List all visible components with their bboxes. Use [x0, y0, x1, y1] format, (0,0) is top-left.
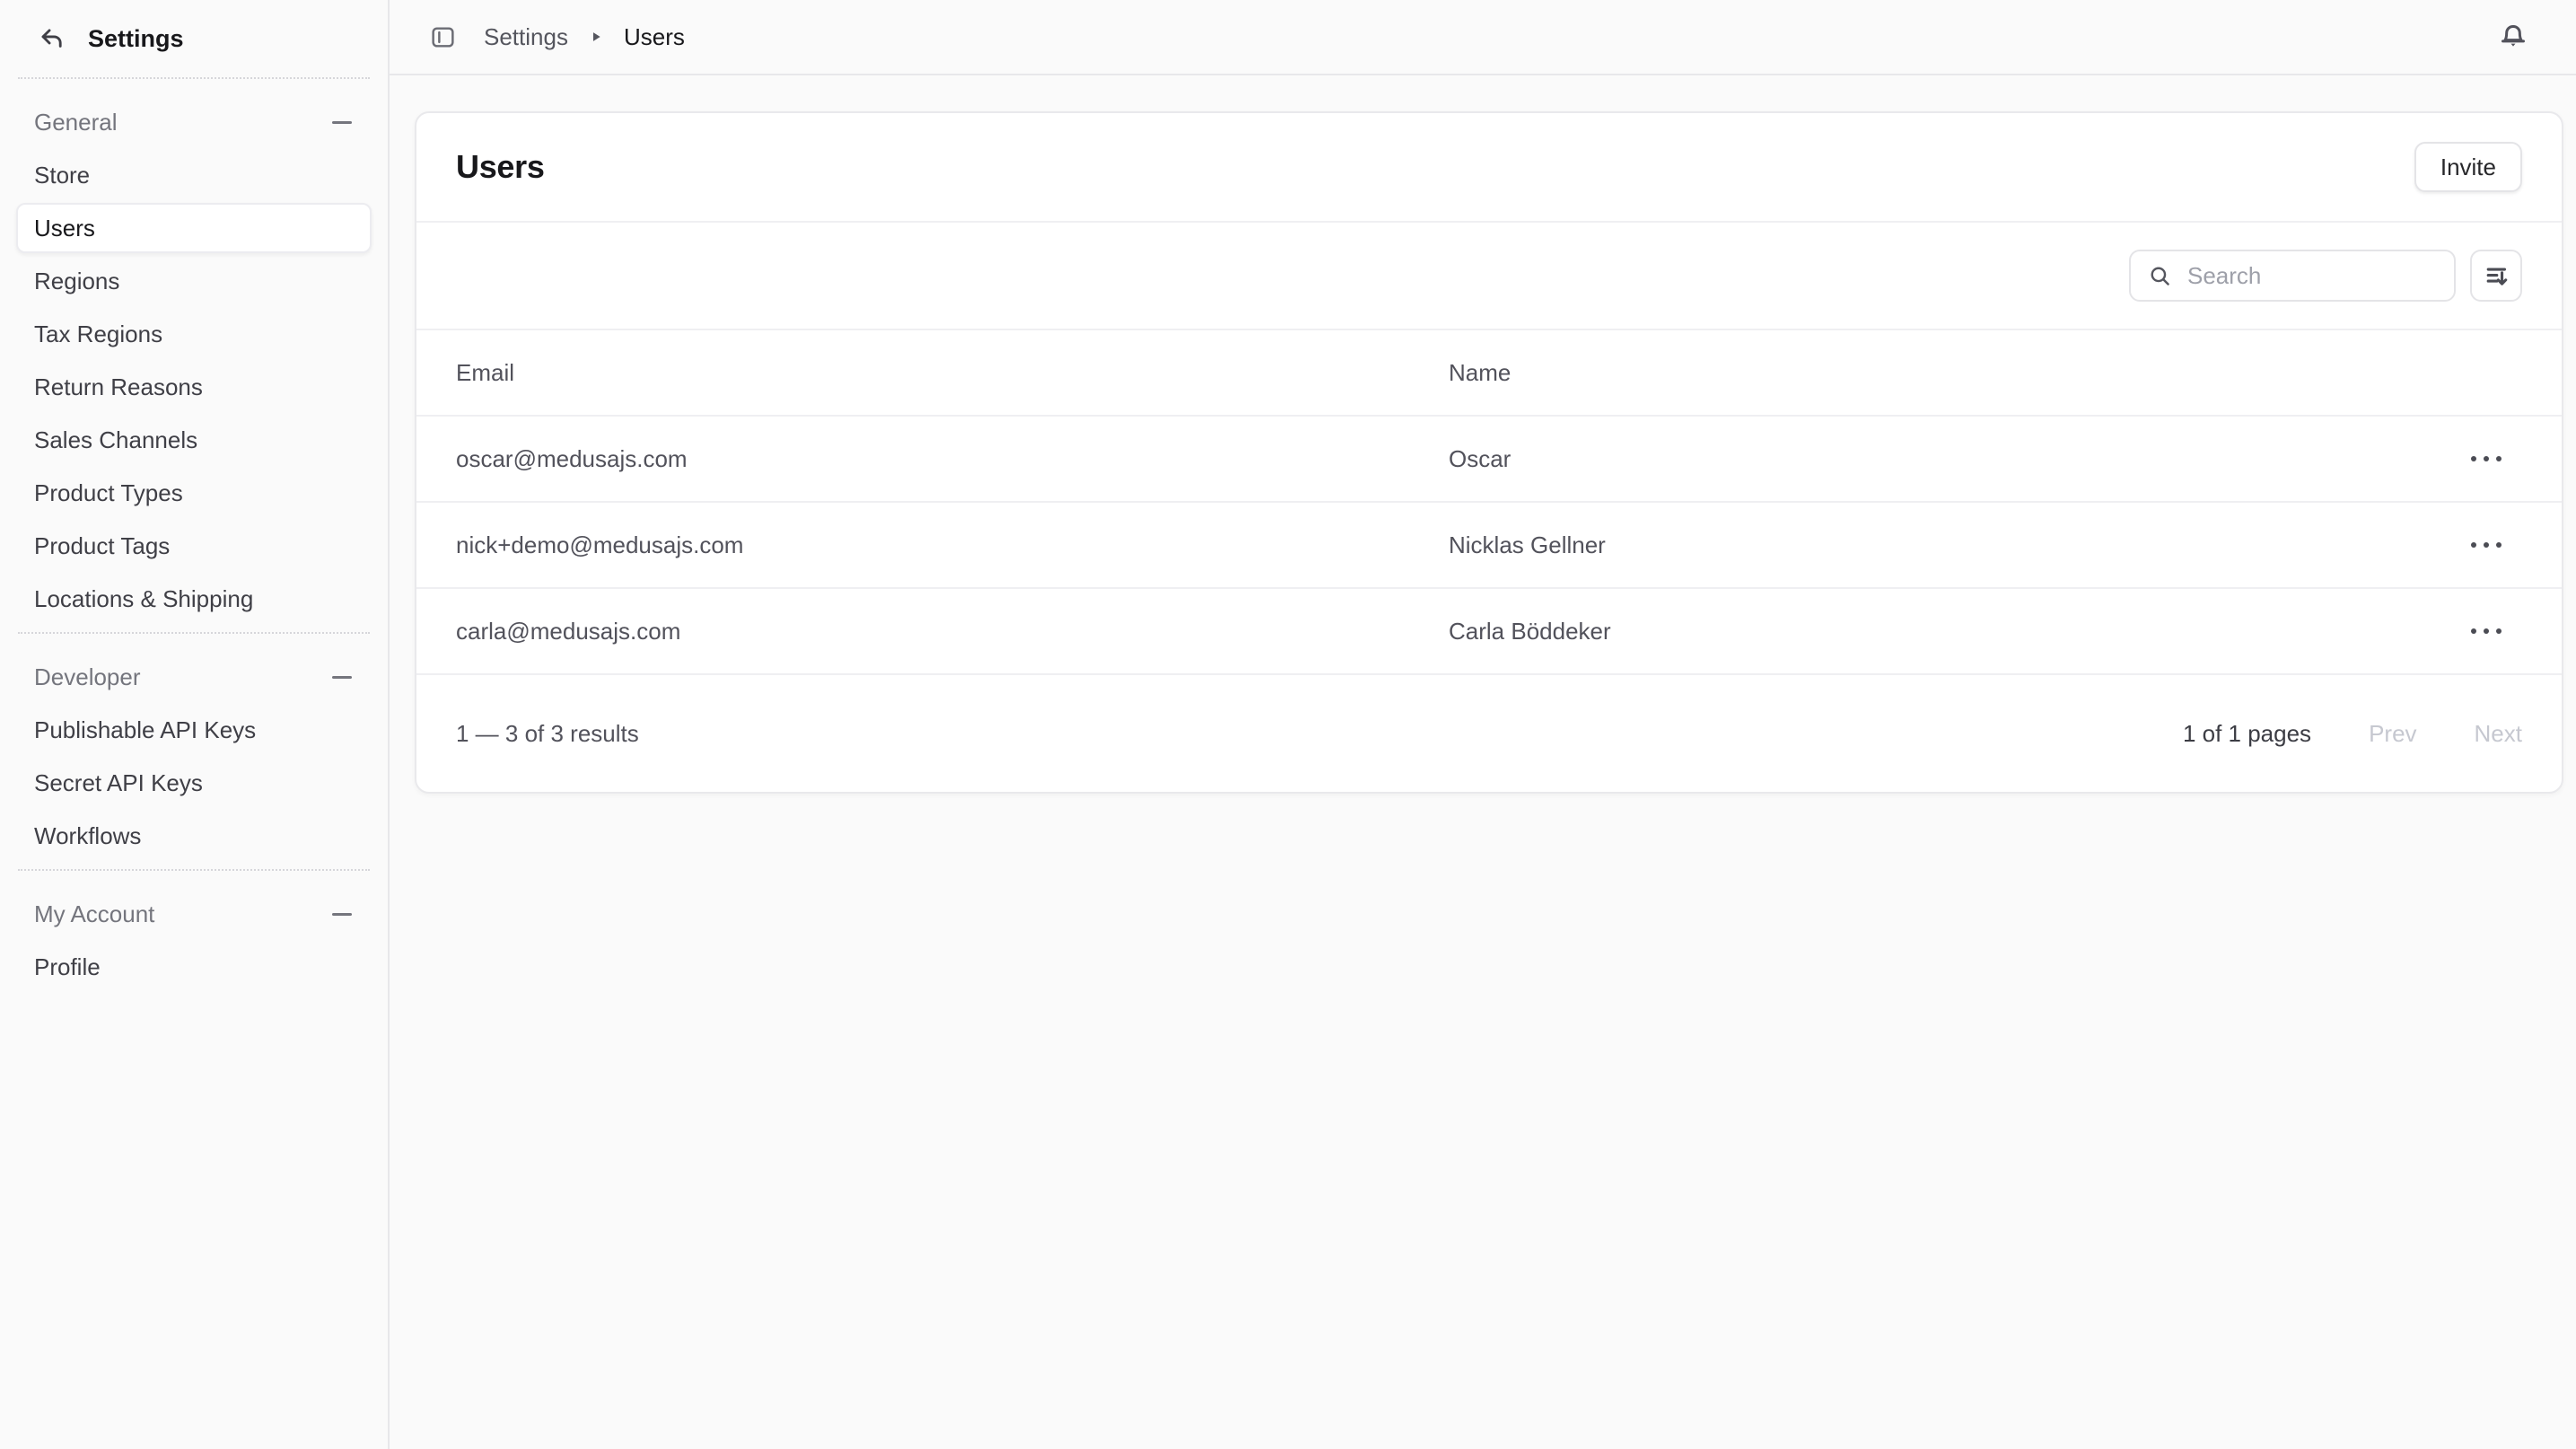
search-icon	[2148, 264, 2172, 288]
search-input[interactable]	[2186, 261, 2437, 291]
sidebar-item-store[interactable]: Store	[16, 150, 372, 200]
collapse-icon[interactable]	[332, 676, 352, 679]
page-title: Users	[456, 148, 545, 186]
breadcrumb-users: Users	[624, 23, 685, 51]
app-root: Settings General Store Users Regions Tax…	[0, 0, 2576, 1449]
sidebar-item-locations-shipping[interactable]: Locations & Shipping	[16, 574, 372, 624]
notifications-button[interactable]	[2495, 19, 2531, 55]
page-content: Users Invite	[390, 75, 2576, 1449]
sort-button[interactable]	[2470, 250, 2522, 302]
prev-page-button[interactable]: Prev	[2369, 720, 2416, 748]
sort-descending-icon	[2483, 262, 2510, 290]
triangle-right-icon	[590, 31, 602, 43]
table-toolbar	[416, 223, 2562, 330]
breadcrumb-settings[interactable]: Settings	[484, 23, 568, 51]
invite-button[interactable]: Invite	[2414, 142, 2522, 192]
row-actions-button[interactable]	[2462, 619, 2510, 643]
sidebar-item-publishable-api-keys[interactable]: Publishable API Keys	[16, 705, 372, 755]
sidebar-item-users[interactable]: Users	[16, 203, 372, 253]
collapse-icon[interactable]	[332, 121, 352, 124]
ellipsis-icon	[2471, 542, 2476, 548]
settings-sidebar: Settings General Store Users Regions Tax…	[0, 0, 390, 1449]
sidebar-nav-account: My Account Profile	[0, 871, 388, 1000]
ellipsis-icon	[2471, 456, 2476, 461]
user-name: Carla Böddeker	[1449, 618, 2450, 645]
user-email: carla@medusajs.com	[456, 618, 1449, 645]
section-developer: Developer	[16, 652, 372, 702]
breadcrumb: Settings Users	[484, 23, 685, 51]
topbar-right	[2495, 19, 2531, 55]
sidebar-item-workflows[interactable]: Workflows	[16, 811, 372, 861]
sidebar-nav: General Store Users Regions Tax Regions …	[0, 79, 388, 632]
ellipsis-icon	[2471, 628, 2476, 634]
sidebar-title: Settings	[88, 25, 184, 53]
column-header-name: Name	[1449, 359, 2450, 387]
user-name: Oscar	[1449, 445, 2450, 473]
users-card: Users Invite	[415, 111, 2563, 794]
table-row[interactable]: carla@medusajs.com Carla Böddeker	[416, 589, 2562, 675]
sidebar-item-tax-regions[interactable]: Tax Regions	[16, 309, 372, 359]
user-email: oscar@medusajs.com	[456, 445, 1449, 473]
row-actions-button[interactable]	[2462, 533, 2510, 557]
sidebar-item-product-types[interactable]: Product Types	[16, 468, 372, 518]
next-page-button[interactable]: Next	[2475, 720, 2522, 748]
card-header: Users Invite	[416, 113, 2562, 223]
sidebar-item-regions[interactable]: Regions	[16, 256, 372, 306]
topbar: Settings Users	[390, 0, 2576, 75]
table-header-row: Email Name	[416, 330, 2562, 417]
user-name: Nicklas Gellner	[1449, 531, 2450, 559]
table-footer: 1 — 3 of 3 results 1 of 1 pages Prev Nex…	[416, 675, 2562, 792]
sidebar-back-header[interactable]: Settings	[0, 0, 388, 77]
search-box[interactable]	[2129, 250, 2456, 302]
page-indicator: 1 of 1 pages	[2183, 720, 2311, 748]
sidebar-item-return-reasons[interactable]: Return Reasons	[16, 362, 372, 412]
collapse-icon[interactable]	[332, 913, 352, 916]
back-arrow-icon[interactable]	[38, 25, 65, 52]
pagination: 1 of 1 pages Prev Next	[2183, 720, 2522, 748]
sidebar-nav-developer: Developer Publishable API Keys Secret AP…	[0, 634, 388, 869]
results-count: 1 — 3 of 3 results	[456, 720, 639, 748]
section-general: General	[16, 97, 372, 147]
panel-left-icon	[429, 23, 457, 51]
sidebar-item-product-tags[interactable]: Product Tags	[16, 521, 372, 571]
table-row[interactable]: oscar@medusajs.com Oscar	[416, 417, 2562, 503]
sidebar-item-profile[interactable]: Profile	[16, 942, 372, 992]
sidebar-toggle-button[interactable]	[429, 23, 457, 51]
sidebar-item-secret-api-keys[interactable]: Secret API Keys	[16, 758, 372, 808]
column-header-email: Email	[456, 359, 1449, 387]
bell-icon	[2495, 19, 2531, 55]
main-area: Settings Users	[390, 0, 2576, 1449]
user-email: nick+demo@medusajs.com	[456, 531, 1449, 559]
sidebar-item-sales-channels[interactable]: Sales Channels	[16, 415, 372, 465]
section-my-account: My Account	[16, 889, 372, 939]
table-row[interactable]: nick+demo@medusajs.com Nicklas Gellner	[416, 503, 2562, 589]
row-actions-button[interactable]	[2462, 447, 2510, 470]
